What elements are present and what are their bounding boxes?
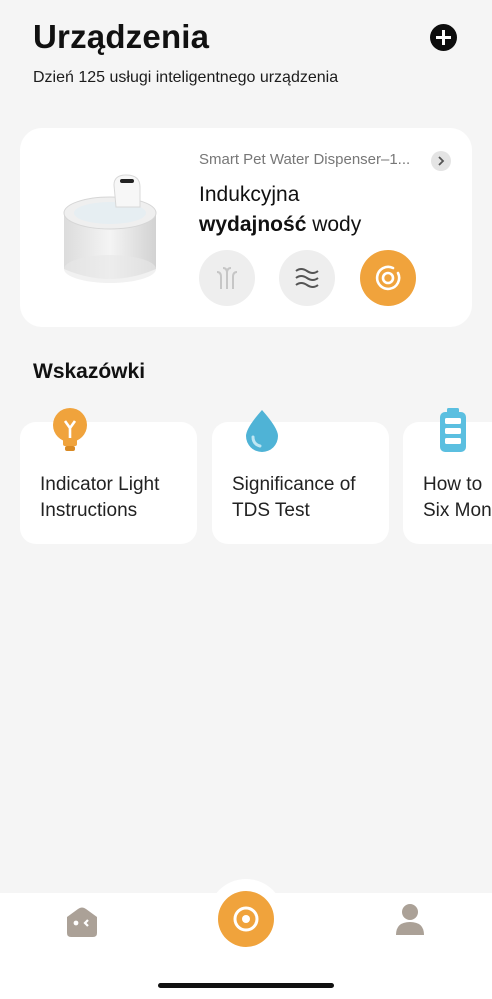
mode-line-2: wydajność wody bbox=[199, 210, 361, 240]
tip-card-six-months[interactable]: How to Six Mon bbox=[403, 408, 492, 544]
plus-circle-icon bbox=[436, 30, 451, 45]
tab-bar bbox=[0, 879, 492, 999]
tips-carousel[interactable]: Indicator Light Instructions Significanc… bbox=[0, 407, 492, 547]
tips-section-title: Wskazówki bbox=[33, 360, 146, 383]
mode-induction-button[interactable] bbox=[360, 250, 416, 306]
lightbulb-icon bbox=[53, 408, 87, 451]
add-device-button[interactable] bbox=[430, 24, 457, 51]
tab-device-button[interactable] bbox=[218, 891, 274, 947]
water-dispenser-image bbox=[63, 174, 157, 283]
home-indicator bbox=[158, 983, 334, 988]
device-name[interactable]: Smart Pet Water Dispenser–1... bbox=[199, 151, 410, 168]
tip-card-tds-test[interactable]: Significance of TDS Test bbox=[212, 410, 389, 544]
mode-waves-button[interactable] bbox=[279, 250, 335, 306]
device-detail-button[interactable] bbox=[431, 151, 451, 171]
water-drop-icon bbox=[246, 410, 278, 452]
waves-icon bbox=[295, 268, 319, 288]
current-mode-title: Indukcyjna wydajność wody bbox=[199, 180, 361, 240]
fountain-icon bbox=[216, 267, 238, 289]
service-days-text: Dzień 125 usługi inteligentnego urządzen… bbox=[33, 69, 339, 86]
tip-text: How to Six Mon bbox=[423, 474, 492, 521]
home-icon[interactable] bbox=[64, 907, 100, 937]
mode-line-1: Indukcyjna bbox=[199, 183, 300, 206]
profile-icon[interactable] bbox=[395, 903, 425, 935]
tip-card-indicator-light[interactable]: Indicator Light Instructions bbox=[20, 408, 197, 544]
tip-text: Indicator Light Instructions bbox=[40, 474, 160, 521]
page-title: Urządzenia bbox=[33, 18, 210, 55]
mode-rest-word: wody bbox=[306, 213, 362, 236]
mode-bold-word: wydajność bbox=[199, 213, 307, 236]
induction-icon bbox=[233, 906, 259, 932]
device-card[interactable]: Smart Pet Water Dispenser–1... Indukcyjn… bbox=[20, 128, 472, 327]
battery-icon bbox=[440, 408, 466, 452]
induction-icon bbox=[375, 265, 401, 291]
tip-text: Significance of TDS Test bbox=[232, 474, 356, 521]
mode-fountain-button[interactable] bbox=[199, 250, 255, 306]
chevron-right-icon bbox=[438, 156, 445, 166]
